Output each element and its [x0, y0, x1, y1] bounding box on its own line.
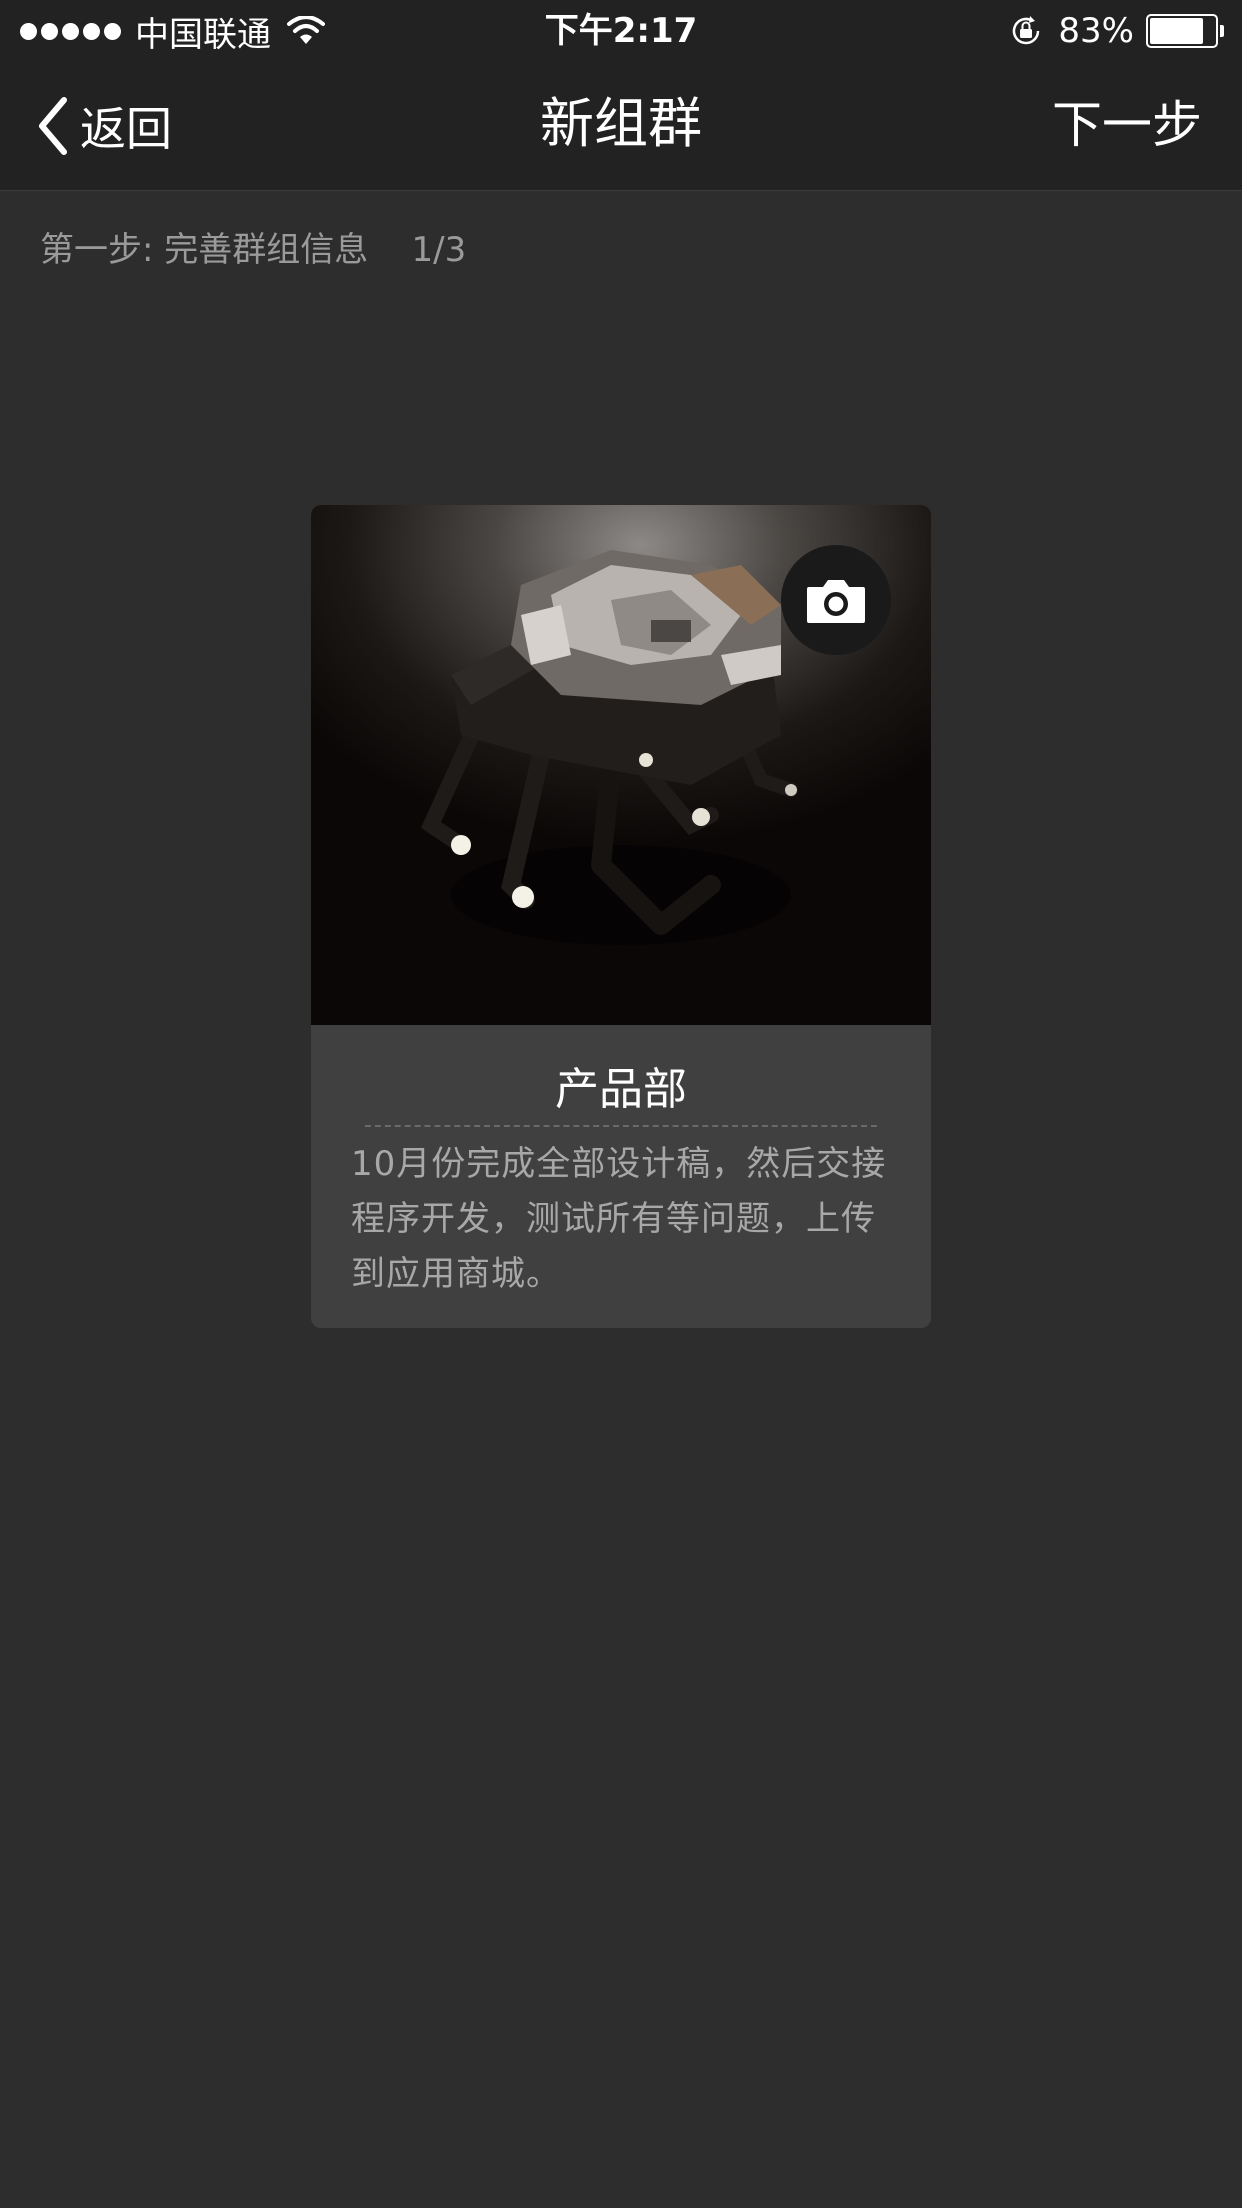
battery-percent: 83%: [1058, 11, 1134, 51]
group-description[interactable]: 10月份完成全部设计稿，然后交接程序开发，测试所有等问题，上传到应用商城。: [351, 1137, 899, 1302]
status-bar: 中国联通 下午2:17 83%: [0, 0, 1242, 62]
screen: 中国联通 下午2:17 83% 返回 新组群 下一步 第一步: 完善群组信息 1…: [0, 0, 1242, 2208]
next-step-button[interactable]: 下一步: [1052, 62, 1202, 190]
navigation-bar: 返回 新组群 下一步: [0, 62, 1242, 191]
change-photo-button[interactable]: [781, 545, 891, 655]
title-divider: [365, 1125, 877, 1127]
step-label: 第一步: 完善群组信息: [40, 230, 369, 270]
group-cover-image[interactable]: [311, 505, 931, 1025]
rotation-lock-icon: [1013, 16, 1040, 45]
group-card: 产品部 10月份完成全部设计稿，然后交接程序开发，测试所有等问题，上传到应用商城…: [311, 505, 931, 1328]
step-progress: 1/3: [411, 230, 467, 270]
step-indicator: 第一步: 完善群组信息 1/3: [40, 222, 466, 271]
battery-icon: [1146, 14, 1224, 48]
camera-icon: [807, 580, 865, 623]
status-right: 83%: [1008, 0, 1224, 62]
group-name[interactable]: 产品部: [311, 1053, 931, 1117]
